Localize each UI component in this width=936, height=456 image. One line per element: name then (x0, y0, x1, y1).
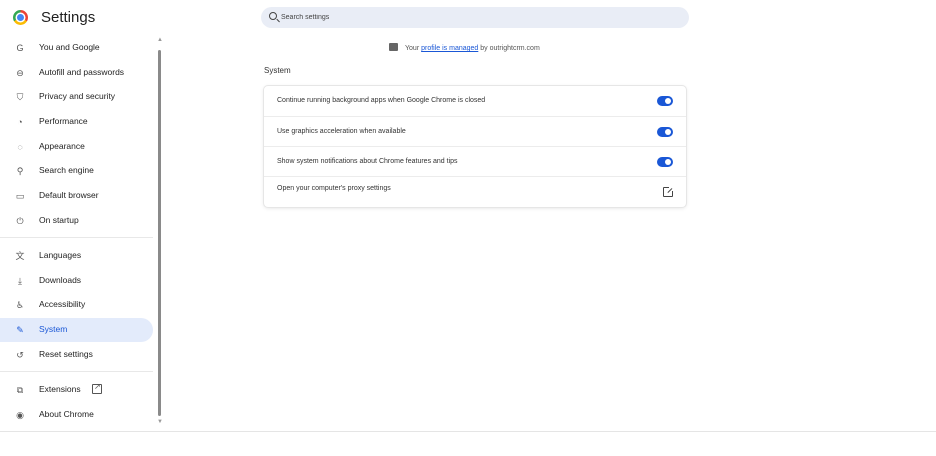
setting-label: Continue running background apps when Go… (277, 97, 486, 104)
key-icon: ⊖ (16, 67, 24, 78)
sidebar-item-label: About Chrome (39, 408, 94, 419)
external-link-icon (92, 382, 102, 394)
sidebar-item-autofill[interactable]: ⊖ Autofill and passwords (0, 61, 153, 85)
sidebar-item-label: Default browser (39, 190, 99, 200)
sidebar-item-label: Autofill and passwords (39, 66, 125, 77)
managed-prefix: Your (405, 45, 420, 52)
wrench-icon: ✎ (16, 325, 24, 335)
sidebar-divider (0, 237, 153, 238)
puzzle-icon: ⧉ (16, 385, 24, 395)
system-notifications-toggle[interactable] (657, 157, 673, 167)
system-settings-card: Continue running background apps when Go… (264, 86, 686, 207)
search-icon (269, 12, 277, 20)
sidebar-item-label: System (39, 324, 68, 334)
sidebar-item-performance[interactable]: ◔ Performance (0, 110, 153, 134)
managed-suffix: by outrightcrm.com (480, 45, 540, 52)
settings-header: Settings (0, 0, 936, 36)
sidebar-item-label: Extensions (39, 384, 81, 394)
scrollbar-thumb[interactable] (158, 50, 161, 416)
sidebar-item-label: Languages (39, 250, 82, 260)
external-link-icon[interactable] (663, 186, 674, 197)
setting-row-graphics-acceleration[interactable]: Use graphics acceleration when available (264, 116, 686, 146)
setting-row-system-notifications[interactable]: Show system notifications about Chrome f… (264, 146, 686, 176)
google-g-icon: G (16, 43, 24, 53)
sidebar-item-privacy[interactable]: ⛉ Privacy and security (0, 85, 153, 109)
sidebar-item-label: Performance (39, 116, 88, 126)
sidebar-item-reset-settings[interactable]: ↺ Reset settings (0, 343, 153, 367)
sidebar-item-label: Accessibility (39, 299, 86, 309)
translate-icon: 文 (15, 251, 25, 261)
sidebar-item-label: Reset settings (39, 348, 93, 359)
section-title: System (264, 66, 291, 75)
search-input[interactable] (281, 10, 681, 25)
sidebar-item-label: On startup (39, 214, 79, 225)
sidebar-item-on-startup[interactable]: ⏻ On startup (0, 209, 153, 233)
setting-row-proxy-settings[interactable]: Open your computer's proxy settings (264, 176, 686, 207)
reset-icon: ↺ (16, 349, 24, 360)
sidebar-item-label: Appearance (39, 140, 85, 151)
sidebar-item-label: Search engine (39, 165, 94, 175)
sidebar-item-accessibility[interactable]: ♿ Accessibility (0, 293, 153, 317)
speedometer-icon: ◔ (17, 117, 23, 127)
graphics-acceleration-toggle[interactable] (657, 127, 673, 137)
setting-label: Open your computer's proxy settings (277, 185, 391, 192)
sidebar-scrollbar[interactable]: ▲ ▼ (156, 36, 164, 432)
sidebar-item-extensions[interactable]: ⧉ Extensions (0, 378, 153, 402)
scroll-up-arrow-icon[interactable]: ▲ (157, 37, 163, 43)
palette-icon: ◌ (17, 141, 23, 152)
sidebar-item-about-chrome[interactable]: ◉ About Chrome (0, 403, 153, 427)
download-icon: ⤓ (18, 275, 22, 286)
sidebar-item-system[interactable]: ✎ System (0, 318, 153, 342)
setting-row-background-apps[interactable]: Continue running background apps when Go… (264, 86, 686, 116)
sidebar-item-appearance[interactable]: ◌ Appearance (0, 135, 153, 159)
shield-icon: ⛉ (16, 92, 24, 102)
browser-window-icon: ▭ (15, 191, 25, 201)
window-bottom-border (0, 431, 936, 432)
setting-label: Use graphics acceleration when available (277, 128, 406, 135)
sidebar-item-languages[interactable]: 文 Languages (0, 244, 153, 268)
profile-managed-link[interactable]: profile is managed (421, 45, 478, 52)
building-icon (389, 43, 398, 51)
sidebar-nav: G You and Google ⊖ Autofill and password… (0, 36, 160, 436)
background-apps-toggle[interactable] (657, 96, 673, 106)
sidebar-item-label: Downloads (39, 274, 82, 285)
managed-profile-notice: Your profile is managed by outrightcrm.c… (389, 43, 540, 52)
setting-label: Show system notifications about Chrome f… (277, 158, 458, 165)
sidebar-item-label: You and Google (39, 42, 100, 52)
chrome-icon: ◉ (16, 409, 24, 420)
search-icon: ⚲ (16, 166, 24, 176)
sidebar-item-you-and-google[interactable]: G You and Google (0, 36, 153, 60)
chrome-logo-icon (13, 10, 28, 25)
sidebar-item-downloads[interactable]: ⤓ Downloads (0, 269, 153, 293)
sidebar-divider (0, 371, 153, 372)
scroll-down-arrow-icon[interactable]: ▼ (157, 419, 163, 425)
sidebar-item-default-browser[interactable]: ▭ Default browser (0, 184, 153, 208)
sidebar-item-label: Privacy and security (39, 91, 116, 101)
accessibility-icon: ♿ (15, 300, 25, 310)
sidebar-item-search-engine[interactable]: ⚲ Search engine (0, 159, 153, 183)
page-title: Settings (41, 9, 96, 26)
power-icon: ⏻ (16, 215, 24, 226)
search-bar[interactable] (261, 7, 689, 28)
